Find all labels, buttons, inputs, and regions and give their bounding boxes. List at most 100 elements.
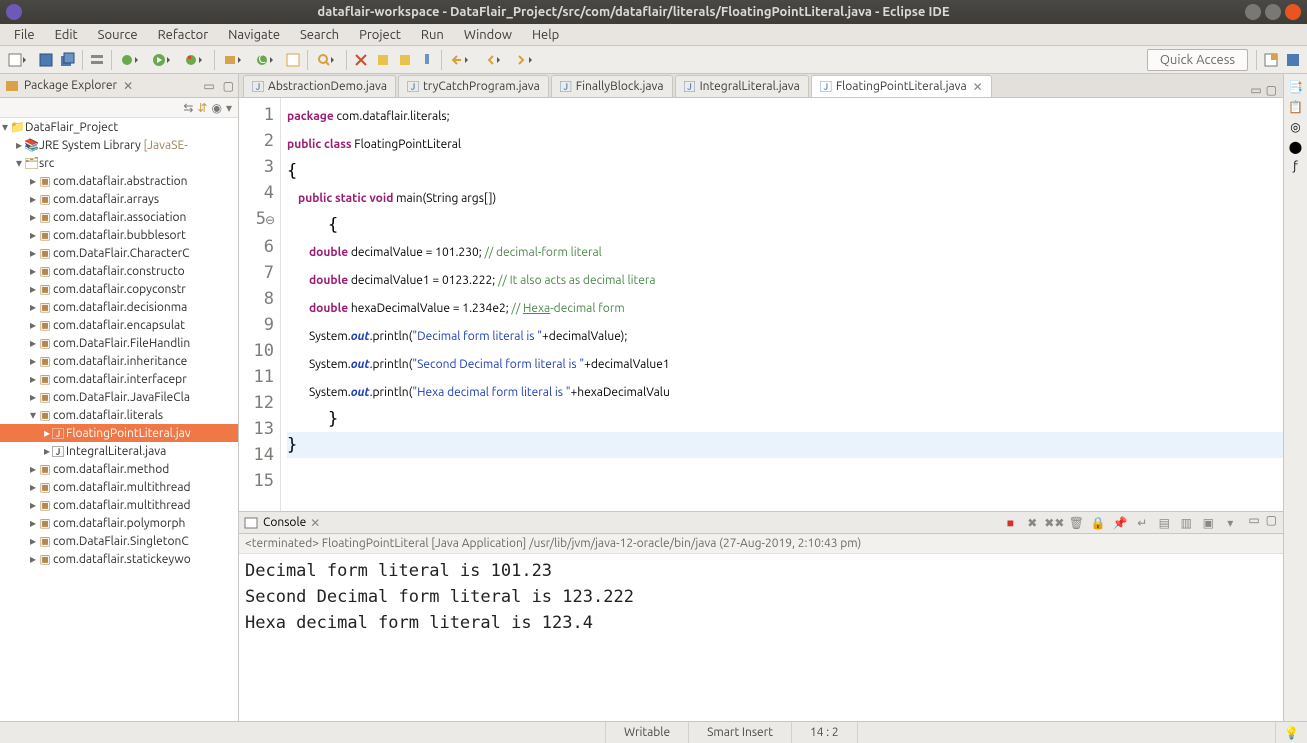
status-insert-mode: Smart Insert <box>688 722 791 743</box>
console-minimize-icon[interactable]: ▭ <box>1248 513 1259 533</box>
pkg-node[interactable]: ▸▣com.DataFlair.JavaFileCla <box>0 388 238 406</box>
console-select-icon[interactable]: ▾ <box>1220 513 1240 533</box>
expressions-icon[interactable]: ƒ <box>1293 160 1298 173</box>
new-button[interactable] <box>4 50 34 70</box>
console-show-when-out-icon[interactable]: ▤ <box>1154 513 1174 533</box>
coverage-button[interactable] <box>180 50 210 70</box>
console-tab-close-icon[interactable]: ✕ <box>310 516 320 530</box>
tab-abstractiondemo[interactable]: 🄹AbstractionDemo.java <box>243 75 396 97</box>
pkg-node[interactable]: ▸▣com.dataflair.bubblesort <box>0 226 238 244</box>
pkg-node[interactable]: ▸▣com.DataFlair.FileHandlin <box>0 334 238 352</box>
pkg-node[interactable]: ▸▣com.DataFlair.SingletonC <box>0 532 238 550</box>
window-maximize-button[interactable] <box>1265 4 1281 20</box>
pkg-node[interactable]: ▸▣com.dataflair.abstraction <box>0 172 238 190</box>
view-maximize-icon[interactable]: ▢ <box>223 79 234 93</box>
console-remove-icon[interactable]: ✖ <box>1022 513 1042 533</box>
open-perspective-button[interactable] <box>1261 50 1281 70</box>
jre-node: JRE System Library [JavaSE- <box>39 139 188 152</box>
src-node: src <box>39 157 54 170</box>
focus-icon[interactable]: ◉ <box>211 101 221 115</box>
pkg-node[interactable]: ▸▣com.dataflair.polymorph <box>0 514 238 532</box>
open-type-button[interactable] <box>283 50 303 70</box>
menu-help[interactable]: Help <box>524 26 567 44</box>
prev-annotation-button[interactable] <box>395 50 415 70</box>
console-clear-icon[interactable]: 🗑 <box>1066 513 1086 533</box>
java-perspective-button[interactable] <box>1283 50 1303 70</box>
tab-close-icon[interactable]: ✕ <box>973 80 983 94</box>
menu-edit[interactable]: Edit <box>47 26 86 44</box>
pkg-node[interactable]: ▸▣com.dataflair.multithread <box>0 478 238 496</box>
menu-navigate[interactable]: Navigate <box>220 26 288 44</box>
debug-button[interactable] <box>116 50 146 70</box>
pkg-node[interactable]: ▸▣com.dataflair.association <box>0 208 238 226</box>
last-edit-button[interactable] <box>446 50 476 70</box>
task-list-icon[interactable]: 📋 <box>1288 100 1303 114</box>
menu-file[interactable]: File <box>6 26 43 44</box>
menu-run[interactable]: Run <box>413 26 452 44</box>
editor-maximize-icon[interactable]: ▢ <box>1266 83 1277 97</box>
next-annotation-button[interactable] <box>373 50 393 70</box>
forward-button[interactable] <box>510 50 540 70</box>
run-button[interactable] <box>148 50 178 70</box>
file-floatingpoint: FloatingPointLiteral.jav <box>66 427 191 440</box>
console-title: Console <box>263 516 306 529</box>
toggle-breadcrumb-button[interactable] <box>87 50 107 70</box>
svg-text:C: C <box>258 53 266 66</box>
window-minimize-button[interactable] <box>1245 4 1261 20</box>
save-button[interactable] <box>36 50 56 70</box>
console-removeall-icon[interactable]: ✖✖ <box>1044 513 1064 533</box>
new-class-button[interactable]: C <box>251 50 281 70</box>
pkg-node[interactable]: ▸▣com.dataflair.statickeywo <box>0 550 238 568</box>
tip-icon[interactable]: 💡 <box>1284 726 1299 740</box>
console-word-wrap-icon[interactable]: ↵ <box>1132 513 1152 533</box>
tab-integralliteral[interactable]: 🄹IntegralLiteral.java <box>675 75 809 97</box>
file-integral: IntegralLiteral.java <box>66 445 166 458</box>
pkg-node[interactable]: ▸▣com.dataflair.interfacepr <box>0 370 238 388</box>
collapse-all-icon[interactable]: ⇆ <box>183 101 193 115</box>
window-titlebar: dataflair-workspace - DataFlair_Project/… <box>0 0 1307 24</box>
pkg-node[interactable]: ▸▣com.dataflair.decisionma <box>0 298 238 316</box>
pkg-node[interactable]: ▸▣com.dataflair.constructo <box>0 262 238 280</box>
menu-project[interactable]: Project <box>351 26 409 44</box>
search-button[interactable] <box>312 50 342 70</box>
view-close-icon[interactable]: ✕ <box>123 79 133 93</box>
console-maximize-icon[interactable]: ▢ <box>1266 513 1277 533</box>
menu-refactor[interactable]: Refactor <box>150 26 217 44</box>
pkg-node[interactable]: ▸▣com.dataflair.encapsulat <box>0 316 238 334</box>
tab-floatingpoint[interactable]: 🄹FloatingPointLiteral.java✕ <box>811 75 992 97</box>
back-button[interactable] <box>478 50 508 70</box>
focus-task-icon[interactable]: ◎ <box>1290 120 1300 134</box>
editor-minimize-icon[interactable]: ▭ <box>1250 83 1261 97</box>
pkg-node[interactable]: ▸▣com.DataFlair.CharacterC <box>0 244 238 262</box>
tab-finallyblock[interactable]: 🄹FinallyBlock.java <box>551 75 673 97</box>
pkg-node[interactable]: ▸▣com.dataflair.inheritance <box>0 352 238 370</box>
pkg-node[interactable]: ▸▣com.dataflair.copyconstr <box>0 280 238 298</box>
pkg-node[interactable]: ▸▣com.dataflair.method <box>0 460 238 478</box>
pkg-node[interactable]: ▸▣com.dataflair.arrays <box>0 190 238 208</box>
console-pin-icon[interactable]: 📌 <box>1110 513 1130 533</box>
view-menu-icon[interactable]: ▾ <box>226 101 232 115</box>
console-output[interactable]: Decimal form literal is 101.23 Second De… <box>239 554 1283 721</box>
breakpoints-icon[interactable]: ⬤ <box>1289 140 1302 154</box>
window-close-button[interactable] <box>1285 4 1301 20</box>
pin-editor-button[interactable] <box>417 50 437 70</box>
quick-access[interactable]: Quick Access <box>1147 49 1248 71</box>
console-terminate-icon[interactable]: ■ <box>1000 513 1020 533</box>
menu-window[interactable]: Window <box>456 26 520 44</box>
status-writable: Writable <box>605 722 688 743</box>
new-package-button[interactable] <box>219 50 249 70</box>
save-all-button[interactable] <box>58 50 78 70</box>
view-minimize-icon[interactable]: ▭ <box>203 79 214 93</box>
code-editor[interactable]: 12345⊖6789101112131415 package com.dataf… <box>239 98 1283 511</box>
link-editor-icon[interactable]: ⇵ <box>197 101 207 115</box>
console-open-icon[interactable]: ▣ <box>1198 513 1218 533</box>
pkg-node[interactable]: ▸▣com.dataflair.multithread <box>0 496 238 514</box>
console-scroll-lock-icon[interactable]: 🔒 <box>1088 513 1108 533</box>
outline-icon[interactable]: 📑 <box>1288 80 1303 94</box>
project-tree[interactable]: ▾📁DataFlair_Project ▸📚JRE System Library… <box>0 118 238 721</box>
toggle-mark-button[interactable] <box>351 50 371 70</box>
tab-trycatch[interactable]: 🄹tryCatchProgram.java <box>398 75 549 97</box>
menu-search[interactable]: Search <box>292 26 347 44</box>
console-show-when-err-icon[interactable]: ▥ <box>1176 513 1196 533</box>
menu-source[interactable]: Source <box>90 26 146 44</box>
